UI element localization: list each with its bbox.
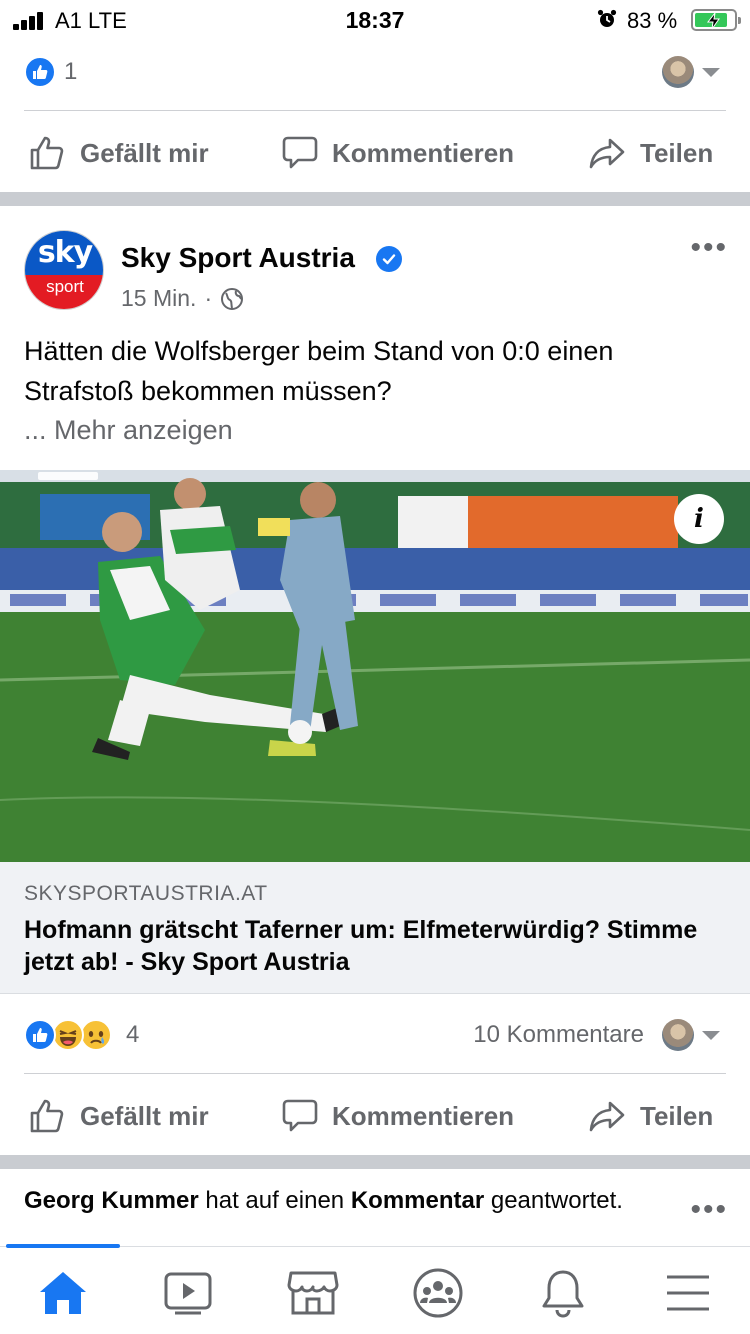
status-bar: A1 LTE 18:37 83 % [0,0,750,40]
battery-percent: 83 % [627,8,678,33]
post-separator [0,1155,750,1169]
post-video-thumbnail[interactable]: i [0,470,750,862]
tab-watch[interactable] [160,1265,216,1321]
thumbs-up-icon [30,1099,64,1133]
divider [24,1073,726,1074]
actor-name[interactable]: Georg Kummer [24,1187,199,1214]
share-icon [589,138,625,169]
post-separator [0,192,750,206]
post-text: Hätten die Wolfsberger beim Stand von 0:… [24,336,614,406]
tab-home[interactable] [35,1265,91,1321]
like-reaction-icon [24,56,56,88]
bottom-tab-bar [0,1244,750,1334]
link-preview-card[interactable]: SKYSPORTAUSTRIA.AT Hofmann grätscht Tafe… [0,862,750,994]
comment-icon [282,1099,318,1132]
haha-reaction-icon [52,1019,84,1051]
link-domain: SKYSPORTAUSTRIA.AT [24,882,268,905]
comment-icon [282,136,318,169]
prev-post-reactions[interactable]: 1 [24,52,726,92]
activity-text: hat auf einen [198,1187,351,1214]
active-tab-indicator [6,1244,120,1248]
activity-story-header[interactable]: Georg Kummer hat auf einen Kommentar gea… [24,1184,664,1217]
comment-button[interactable]: Kommentieren [282,1086,514,1146]
caret-down-icon[interactable] [702,1031,720,1040]
thumbs-up-icon [30,136,64,170]
caret-down-icon[interactable] [702,68,720,77]
groups-icon [413,1268,463,1318]
like-button[interactable]: Gefällt mir [28,1086,209,1146]
reaction-count: 4 [126,1021,140,1048]
post-meta: 15 Min. · [121,285,244,312]
activity-object[interactable]: Kommentar [351,1187,484,1214]
home-icon [40,1272,86,1314]
activity-tail: geantwortet. [484,1187,623,1214]
meta-separator: · [204,285,213,311]
share-label: Teilen [640,1100,714,1131]
post-options-button[interactable]: ••• [690,1195,728,1225]
avatar-brand: sky [37,235,93,270]
tab-notifications[interactable] [535,1265,591,1321]
watch-icon [164,1272,212,1315]
see-more-link[interactable]: ... Mehr anzeigen [24,410,233,450]
media-info-button[interactable]: i [674,494,724,544]
globe-icon [221,287,244,310]
like-reaction-icon [24,1019,56,1051]
alarm-icon [597,9,617,27]
battery-icon [691,9,741,31]
reaction-count: 1 [64,58,78,85]
comment-label: Kommentieren [332,137,515,168]
post-options-button[interactable]: ••• [690,233,728,263]
comment-button[interactable]: Kommentieren [282,123,514,183]
share-button[interactable]: Teilen [588,1086,713,1146]
sad-reaction-icon [80,1019,112,1051]
post-timestamp[interactable]: 15 Min. [121,285,196,312]
prev-post-action-bar: Gefällt mir Kommentieren Teilen [0,123,750,183]
avatar-sub: sport [46,277,84,296]
tab-menu[interactable] [660,1265,716,1321]
viewer-avatar[interactable] [662,56,694,88]
marketplace-icon [287,1271,339,1315]
like-button[interactable]: Gefällt mir [28,123,209,183]
page-name-link[interactable]: Sky Sport Austria [121,242,355,274]
like-label: Gefällt mir [80,137,209,168]
like-label: Gefällt mir [80,1100,209,1131]
verified-badge-icon [376,246,402,272]
viewer-avatar[interactable] [662,1019,694,1051]
charging-bolt-icon [706,12,720,30]
post-action-bar: Gefällt mir Kommentieren Teilen [0,1086,750,1146]
share-button[interactable]: Teilen [588,123,713,183]
tab-marketplace[interactable] [285,1265,341,1321]
divider [24,110,726,111]
comment-label: Kommentieren [332,1100,515,1131]
page-avatar[interactable]: sky sport [24,230,104,310]
share-label: Teilen [640,137,714,168]
share-icon [589,1101,625,1132]
comments-count-link[interactable]: 10 Kommentare [473,1021,644,1049]
menu-icon [667,1275,709,1311]
link-title: Hofmann grätscht Taferner um: Elfmeterwü… [24,916,698,976]
tab-groups[interactable] [410,1265,466,1321]
football-match-image [0,470,750,862]
post-reactions[interactable]: 4 10 Kommentare [24,1015,726,1055]
notifications-icon [542,1270,584,1318]
